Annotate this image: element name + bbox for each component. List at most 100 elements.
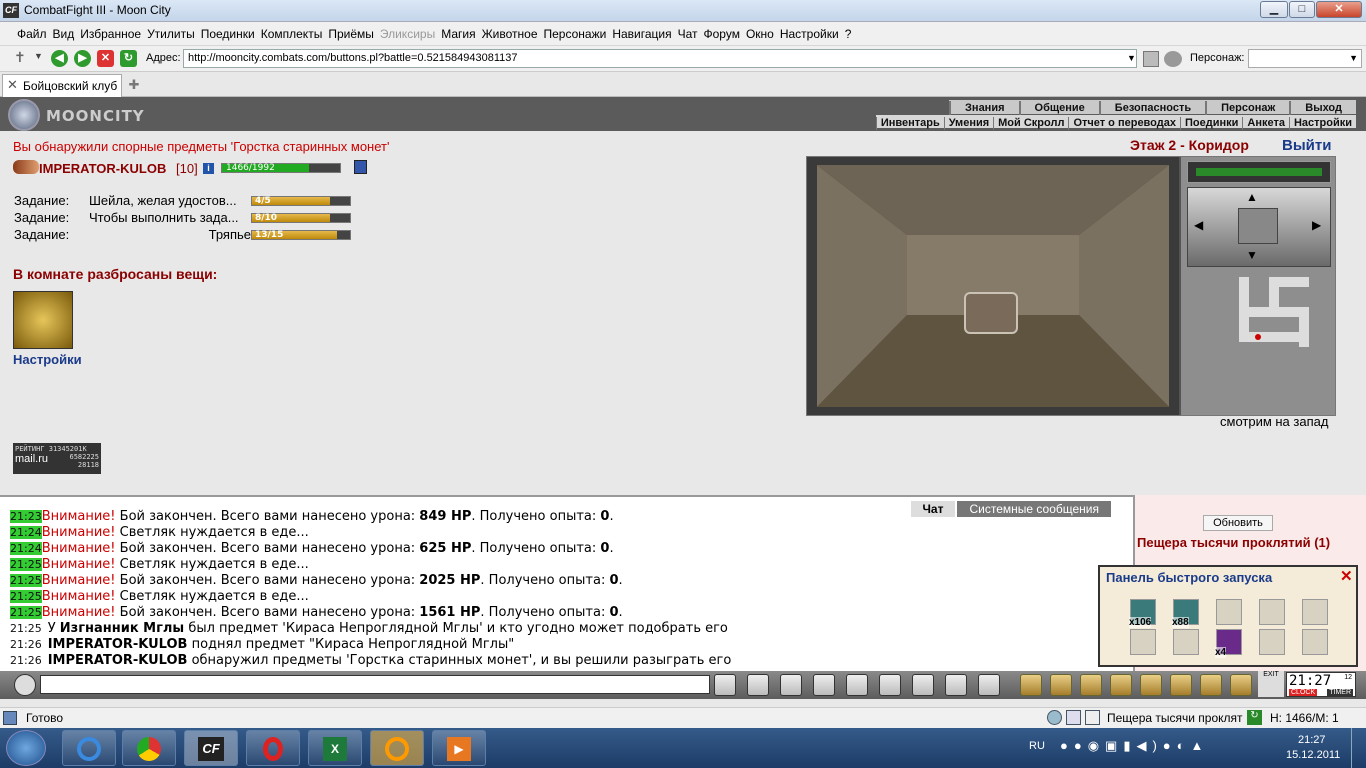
clock-status-icon[interactable]: [1047, 710, 1062, 725]
agent-taskbar-icon[interactable]: [370, 730, 424, 766]
nav-primary-item[interactable]: Выход: [1289, 101, 1356, 115]
chat-time[interactable]: 21:24: [10, 542, 42, 555]
translit-icon[interactable]: [978, 674, 1000, 696]
chat-time[interactable]: 21:25: [10, 622, 42, 635]
refresh-button[interactable]: Обновить: [1203, 515, 1273, 531]
music-icon[interactable]: [912, 674, 934, 696]
nav-secondary-item[interactable]: Отчет о переводах: [1068, 117, 1180, 130]
info-icon[interactable]: i: [203, 163, 214, 174]
excel-taskbar-icon[interactable]: X: [308, 730, 362, 766]
stop-icon[interactable]: ✕: [97, 50, 114, 67]
menu-item[interactable]: Вид: [50, 22, 78, 41]
nav-secondary-item[interactable]: Умения: [943, 117, 993, 130]
back-icon[interactable]: ◀: [51, 50, 68, 67]
menu-item[interactable]: Магия: [438, 22, 478, 41]
nav-secondary-item[interactable]: Поединки: [1179, 117, 1242, 130]
system-tray[interactable]: ●●◉▣▮◀)●◐▲: [1060, 738, 1250, 758]
exit-button[interactable]: EXIT: [1258, 671, 1284, 697]
dropdown-arrow-icon[interactable]: ▼: [34, 51, 43, 61]
chat-input[interactable]: [40, 675, 710, 694]
refresh-icon[interactable]: ↻: [120, 50, 137, 67]
smile-icon[interactable]: [14, 674, 36, 696]
chat-player-name[interactable]: IMPERATOR-KULOB: [48, 653, 188, 668]
quick-panel-close-button[interactable]: ✕: [1340, 567, 1353, 585]
coins-item-icon[interactable]: [13, 291, 73, 349]
exit-link[interactable]: Выйти: [1282, 137, 1331, 154]
timer-tab[interactable]: TIMER: [1327, 689, 1353, 696]
character-select[interactable]: ▼: [1248, 49, 1362, 68]
chat-time[interactable]: 21:25: [10, 558, 42, 571]
menu-item[interactable]: Настройки: [777, 22, 842, 41]
clock-widget[interactable]: 21:27 12 CLOCK TIMER: [1286, 672, 1356, 697]
nav-primary-item[interactable]: Безопасность: [1098, 101, 1205, 115]
enter-icon[interactable]: [714, 674, 736, 696]
chat-time[interactable]: 21:23: [10, 510, 42, 523]
action-slot-icon[interactable]: [1080, 674, 1102, 696]
show-desktop-button[interactable]: [1351, 728, 1366, 768]
private-icon[interactable]: [879, 674, 901, 696]
ie-taskbar-icon[interactable]: [62, 730, 116, 766]
quest-text[interactable]: Тряпье: [209, 227, 251, 242]
smiley-icon[interactable]: [945, 674, 967, 696]
quick-slot[interactable]: [1259, 629, 1285, 655]
combatfight-taskbar-icon[interactable]: CF: [184, 730, 238, 766]
player-name[interactable]: IMPERATOR-KULOB: [39, 161, 166, 176]
run-icon[interactable]: [846, 674, 868, 696]
chat-time[interactable]: 21:26: [10, 638, 42, 651]
language-indicator[interactable]: RU: [1029, 740, 1045, 752]
nav-secondary-item[interactable]: Инвентарь: [875, 117, 944, 130]
pin-icon[interactable]: ✝: [14, 49, 26, 66]
quick-slot[interactable]: [1259, 599, 1285, 625]
menu-item[interactable]: Форум: [701, 22, 743, 41]
eraser-icon[interactable]: [747, 674, 769, 696]
menu-item[interactable]: Избранное: [77, 22, 144, 41]
refresh-view-icon[interactable]: [1238, 208, 1278, 244]
quest-text[interactable]: Чтобы выполнить зада...: [89, 210, 239, 225]
close-button[interactable]: ✕: [1316, 1, 1362, 18]
address-dropdown-icon[interactable]: ▼: [1127, 53, 1136, 63]
menu-item[interactable]: Комплекты: [258, 22, 326, 41]
chat-time[interactable]: 21:24: [10, 526, 42, 539]
menu-item[interactable]: Животное: [479, 22, 541, 41]
chat-time[interactable]: 21:25: [10, 590, 42, 603]
nav-secondary-item[interactable]: Анкета: [1242, 117, 1289, 130]
quick-slot[interactable]: [1173, 629, 1199, 655]
opera-taskbar-icon[interactable]: [246, 730, 300, 766]
arrow-up-icon[interactable]: ▲: [1246, 190, 1258, 204]
media-player-taskbar-icon[interactable]: ▶: [432, 730, 486, 766]
menu-item[interactable]: Утилиты: [144, 22, 198, 41]
action-slot-icon[interactable]: [1230, 674, 1252, 696]
action-slot-icon[interactable]: [1170, 674, 1192, 696]
arrow-left-icon[interactable]: ◀: [1194, 218, 1203, 232]
quick-slot[interactable]: [1302, 599, 1328, 625]
forward-icon[interactable]: ▶: [74, 50, 91, 67]
window-status-icon[interactable]: [1085, 710, 1100, 725]
menu-item[interactable]: Окно: [743, 22, 777, 41]
arrow-down-icon[interactable]: ▼: [1246, 248, 1258, 262]
nav-secondary-item[interactable]: Мой Скролл: [993, 117, 1068, 130]
action-slot-icon[interactable]: [1140, 674, 1162, 696]
chest-icon[interactable]: [964, 292, 1018, 334]
chrome-taskbar-icon[interactable]: [122, 730, 176, 766]
nav-secondary-item[interactable]: Настройки: [1288, 117, 1356, 130]
nav-primary-item[interactable]: Персонаж: [1205, 101, 1289, 115]
right-location[interactable]: Пещера тысячи проклятий (1): [1137, 535, 1365, 565]
chat-time[interactable]: 21:25: [10, 606, 42, 619]
new-tab-icon[interactable]: ✚: [126, 77, 142, 93]
chat-player-name[interactable]: IMPERATOR-KULOB: [48, 637, 188, 652]
menu-item[interactable]: Поединки: [198, 22, 258, 41]
menu-item[interactable]: ?: [842, 22, 855, 41]
quick-slot[interactable]: x4: [1215, 629, 1242, 658]
arrow-right-icon[interactable]: ▶: [1312, 218, 1321, 232]
action-slot-icon[interactable]: [1200, 674, 1222, 696]
menu-item[interactable]: Навигация: [609, 22, 674, 41]
chat-player-name[interactable]: Изгнанник Мглы: [60, 621, 184, 636]
action-slot-icon[interactable]: [1110, 674, 1132, 696]
quick-slot[interactable]: [1216, 599, 1242, 625]
dungeon-view[interactable]: [817, 165, 1169, 407]
nav-primary-item[interactable]: Общение: [1018, 101, 1099, 115]
menu-item[interactable]: Приёмы: [325, 22, 377, 41]
address-input[interactable]: http://mooncity.combats.com/buttons.pl?b…: [183, 49, 1137, 68]
people-icon[interactable]: [1164, 51, 1182, 67]
close-tab-icon[interactable]: ✕: [7, 77, 18, 93]
